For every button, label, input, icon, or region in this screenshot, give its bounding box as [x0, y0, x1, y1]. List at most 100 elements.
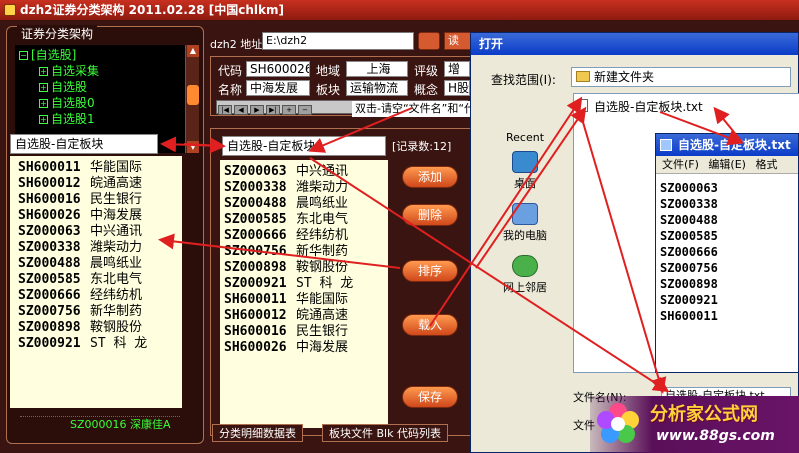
list-item[interactable]: SZ000756 新华制药 [224, 244, 388, 260]
scroll-thumb[interactable] [187, 85, 199, 105]
list-item[interactable]: SZ000338 潍柴动力 [224, 180, 388, 196]
delete-button[interactable]: 删除 [402, 204, 458, 226]
code-field[interactable]: SH600026 [246, 61, 310, 77]
list-item[interactable]: SH600026 中海发展 [224, 340, 388, 356]
place-network-label: 网上邻居 [503, 281, 547, 294]
stock-name: 东北电气 [90, 272, 143, 287]
tree-node[interactable]: + 自选股1 [19, 111, 181, 127]
next-icon[interactable]: ▶ [250, 105, 264, 115]
last-icon[interactable]: ▶| [266, 105, 280, 115]
list-item[interactable]: SH600016 民生银行 [224, 324, 388, 340]
left-stock-list[interactable]: SH600011 华能国际 SH600012 皖通高速 SH600016 民生银行 SH60… [10, 156, 182, 408]
stock-code: SZ000666 [18, 288, 81, 303]
stock-code: SZ000585 [224, 212, 287, 227]
add-button[interactable]: 添加 [402, 166, 458, 188]
look-in-label: 查找范围(I): [491, 73, 556, 87]
concept-field[interactable]: H股 [444, 80, 470, 96]
status-text: SZ000016 深康佳A [20, 416, 180, 432]
stock-code: SH600026 [18, 208, 81, 223]
text-line: SZ000756 [660, 261, 718, 275]
center-board-name-input[interactable]: 自选股-自定板块 [222, 136, 386, 156]
stock-code: SH600012 [18, 176, 81, 191]
text-line: SZ000063 [660, 181, 718, 195]
place-desktop[interactable]: 桌面 [479, 151, 571, 191]
place-my-computer[interactable]: 我的电脑 [479, 203, 571, 243]
list-item[interactable]: SZ000898 鞍钢股份 [224, 260, 388, 276]
list-item[interactable]: SZ000488 晨鸣纸业 [18, 256, 182, 272]
rating-field[interactable]: 增 [444, 61, 470, 77]
first-icon[interactable]: |◀ [218, 105, 232, 115]
expand-icon[interactable]: + [39, 115, 48, 124]
list-item[interactable]: SZ000898 鞍钢股份 [18, 320, 182, 336]
stock-name: 经纬纺机 [296, 228, 349, 243]
scroll-up-icon[interactable]: ▲ [187, 45, 199, 57]
notepad-text[interactable]: SZ000063 SZ000338 SZ000488 SZ000585 SZ000666… [660, 180, 718, 324]
list-item[interactable]: SZ000488 晨鸣纸业 [224, 196, 388, 212]
menu-file[interactable]: 文件(F) [662, 158, 699, 171]
menu-format[interactable]: 格式 [755, 158, 777, 171]
list-item[interactable]: SZ000921 ST 科 龙 [18, 336, 182, 352]
save-button[interactable]: 保存 [402, 386, 458, 408]
tree-node[interactable]: + 自选股 [19, 79, 181, 95]
place-recent[interactable]: Recent [479, 131, 571, 144]
list-item[interactable]: SH600011 华能国际 [224, 292, 388, 308]
tree-node[interactable]: − [自选股] [19, 47, 181, 63]
stock-code: SZ000063 [18, 224, 81, 239]
list-item[interactable]: SZ000756 新华制药 [18, 304, 182, 320]
list-item[interactable]: SH600011 华能国际 [18, 160, 182, 176]
places-bar: Recent 桌面 我的电脑 网上邻居 [479, 95, 571, 355]
look-in-select[interactable]: 新建文件夹 [571, 67, 791, 87]
center-stock-list[interactable]: SZ000063 中兴通讯 SZ000338 潍柴动力 SZ000488 晨鸣纸业 SZ00… [220, 160, 388, 428]
name-field[interactable]: 中海发展 [246, 80, 310, 96]
desktop-icon [512, 151, 538, 173]
tree-node[interactable]: + 自选采集 [19, 63, 181, 79]
list-item[interactable]: SH600012 皖通高速 [224, 308, 388, 324]
expand-icon[interactable]: + [39, 67, 48, 76]
list-item[interactable]: SH600016 民生银行 [18, 192, 182, 208]
list-item[interactable]: SZ000063 中兴通讯 [18, 224, 182, 240]
stock-name: 潍柴动力 [296, 180, 349, 195]
list-item[interactable]: SZ000921 ST 科 龙 [224, 276, 388, 292]
tree-node[interactable]: + 自选股0 [19, 95, 181, 111]
notepad-title-bar: 自选股-自定板块.txt [656, 134, 798, 156]
sort-button[interactable]: 排序 [402, 260, 458, 282]
expand-icon[interactable]: + [39, 99, 48, 108]
list-item[interactable]: SZ000666 经纬纺机 [18, 288, 182, 304]
sector-field[interactable]: 运输物流 [346, 80, 408, 96]
stock-code: SH600011 [18, 160, 81, 175]
region-field[interactable]: 上海 [346, 61, 408, 77]
prev-icon[interactable]: ◀ [234, 105, 248, 115]
list-item[interactable]: SZ000585 东北电气 [18, 272, 182, 288]
add-icon[interactable]: + [282, 105, 296, 115]
list-item[interactable]: SH600026 中海发展 [18, 208, 182, 224]
tree-scrollbar[interactable]: ▲ ▼ [185, 45, 199, 153]
browse-button[interactable] [418, 32, 440, 50]
load-button[interactable]: 载入 [402, 314, 458, 336]
remove-icon[interactable]: − [298, 105, 312, 115]
list-item[interactable]: SZ000338 潍柴动力 [18, 240, 182, 256]
computer-icon [512, 203, 538, 225]
tree-node-label: 自选股0 [51, 96, 95, 110]
expand-icon[interactable]: + [39, 83, 48, 92]
file-item[interactable]: 自选股-自定板块.txt [578, 98, 703, 115]
stock-name: 新华制药 [296, 244, 349, 259]
logo-title: 分析家公式网 [650, 404, 758, 425]
stock-name: 鞍钢股份 [90, 320, 143, 335]
list-item[interactable]: SZ000063 中兴通讯 [224, 164, 388, 180]
left-board-name-input[interactable]: 自选股-自定板块 [10, 134, 158, 154]
collapse-icon[interactable]: − [19, 51, 28, 60]
list-item[interactable]: SZ000585 东北电气 [224, 212, 388, 228]
tab-blk-list[interactable]: 板块文件 Blk 代码列表 [322, 424, 448, 442]
scroll-down-icon[interactable]: ▼ [187, 141, 199, 153]
logo-url: www.88gs.com [656, 428, 775, 444]
place-network[interactable]: 网上邻居 [479, 255, 571, 295]
list-item[interactable]: SZ000666 经纬纺机 [224, 228, 388, 244]
address-label: dzh2 地址 [210, 38, 263, 51]
list-item[interactable]: SH600012 皖通高速 [18, 176, 182, 192]
menu-edit[interactable]: 编辑(E) [708, 158, 746, 171]
text-line: SZ000488 [660, 213, 718, 227]
address-input[interactable]: E:\dzh2 [262, 32, 414, 50]
stock-code: SZ000898 [18, 320, 81, 335]
tab-detail[interactable]: 分类明细数据表 [212, 424, 303, 442]
stock-name: 鞍钢股份 [296, 260, 349, 275]
